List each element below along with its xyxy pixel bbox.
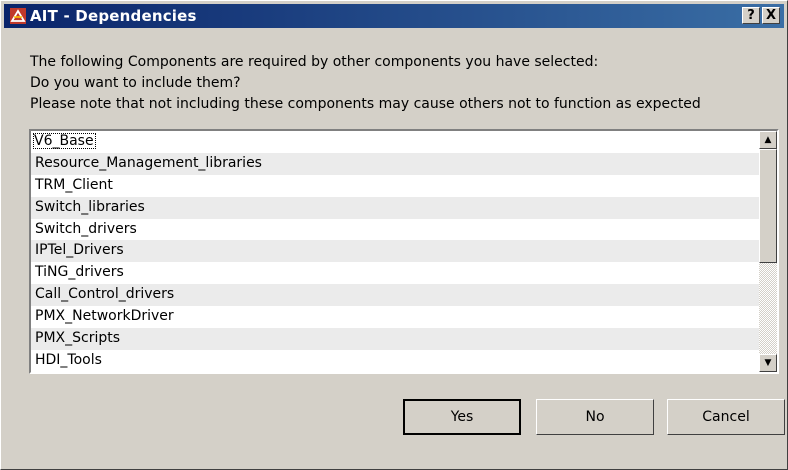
no-button[interactable]: No (536, 399, 654, 435)
list-item[interactable]: Resource_Management_libraries (31, 152, 759, 175)
list-item[interactable]: PMX_NetworkDriver (31, 306, 759, 328)
list-item-label: V6_Base (33, 133, 96, 149)
list-item[interactable]: HDI_Tools (31, 350, 759, 372)
list-item[interactable]: TRM_Client (31, 175, 759, 197)
list-item-label: Resource_Management_libraries (35, 154, 262, 171)
app-icon (10, 8, 26, 24)
vertical-scrollbar[interactable]: ▲ ▼ (759, 131, 777, 372)
window-title: AIT - Dependencies (30, 7, 197, 25)
list-item-label: Call_Control_drivers (35, 286, 175, 303)
message-line-1: The following Components are required by… (30, 54, 599, 70)
list-item-label: PMX_Scripts (35, 330, 121, 347)
list-item-label: Switch_drivers (35, 220, 137, 237)
dependencies-dialog: AIT - Dependencies ? X The following Com… (0, 0, 788, 470)
scroll-down-icon[interactable]: ▼ (759, 354, 777, 372)
scroll-thumb[interactable] (759, 149, 777, 263)
message-line-2: Do you want to include them? (30, 75, 241, 91)
title-bar[interactable]: AIT - Dependencies ? X (4, 4, 784, 28)
list-item[interactable]: Call_Control_drivers (31, 284, 759, 307)
list-item-label: TRM_Client (35, 176, 113, 193)
yes-button[interactable]: Yes (403, 399, 521, 435)
list-item-label: TiNG_drivers (35, 264, 124, 281)
close-button[interactable]: X (762, 7, 780, 24)
list-item[interactable]: PMX_Scripts (31, 328, 759, 350)
list-item[interactable]: Switch_libraries (31, 196, 759, 219)
list-item[interactable]: V6_Base (31, 131, 759, 153)
list-item[interactable]: IPTel_Drivers (31, 240, 759, 263)
list-item-label: HDI_Tools (35, 351, 102, 368)
list-item-label: IPTel_Drivers (35, 242, 124, 259)
list-item[interactable]: Switch_drivers (31, 219, 759, 241)
cancel-button[interactable]: Cancel (667, 399, 785, 435)
scroll-up-icon[interactable]: ▲ (759, 131, 777, 149)
components-list: V6_Base Resource_Management_libraries TRM_… (31, 131, 759, 372)
help-button[interactable]: ? (742, 7, 760, 24)
components-listbox[interactable]: V6_Base Resource_Management_libraries TRM_… (29, 129, 779, 374)
message-line-3: Please note that not including these com… (30, 96, 701, 112)
list-item-label: PMX_NetworkDriver (35, 308, 174, 325)
list-item[interactable]: TiNG_drivers (31, 262, 759, 284)
list-item-label: Switch_libraries (35, 198, 145, 215)
